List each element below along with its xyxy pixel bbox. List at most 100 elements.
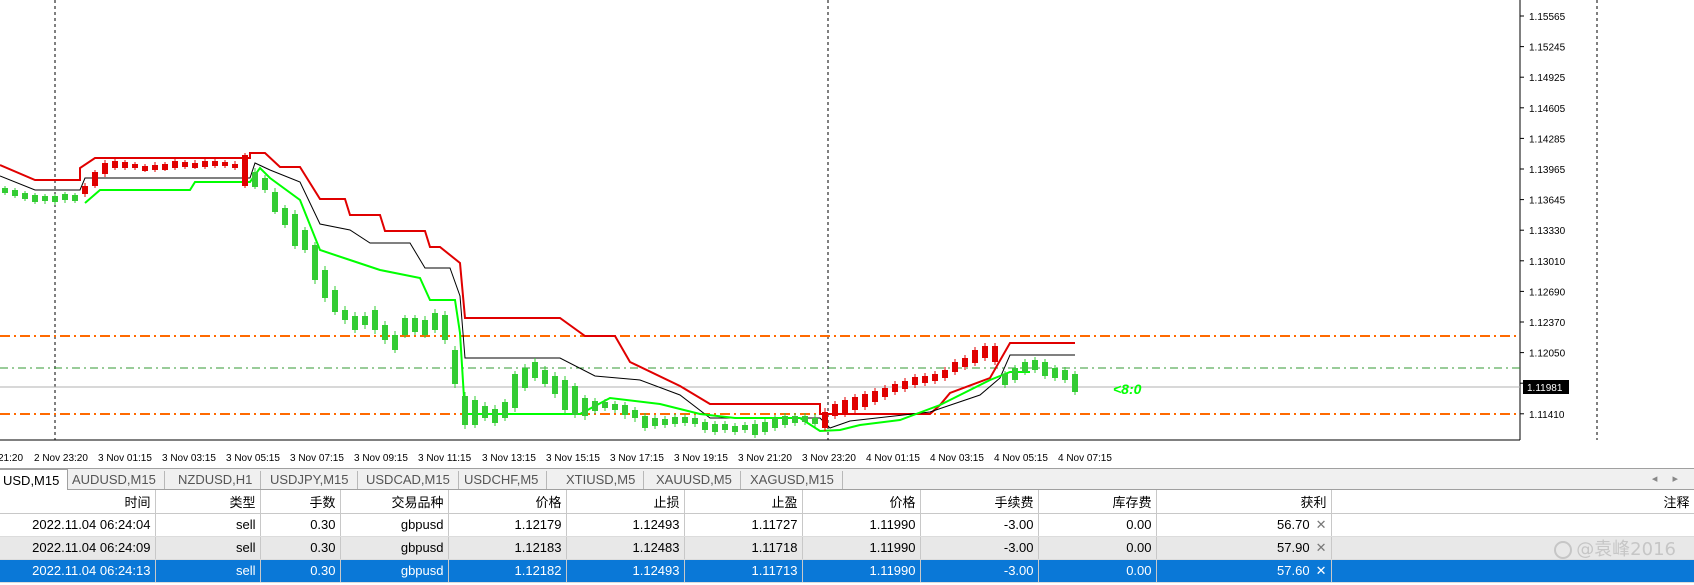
candle-body [722,424,728,430]
cell-sl[interactable]: 1.12483 [566,536,685,560]
candle-body [492,409,498,423]
col-comment[interactable]: 注释 [1331,490,1694,514]
tab-usdcad-m15[interactable]: USDCAD,M15 [358,471,459,489]
col-lots[interactable]: 手数 [260,490,341,514]
col-price[interactable]: 价格 [802,490,921,514]
cell-sl[interactable]: 1.12493 [566,559,685,583]
tab-scroll-arrows[interactable]: ◂ ▸ [1652,472,1684,485]
candle-body [852,397,858,410]
candle-body [412,318,418,332]
cell-profit: 57.90 ✕ [1156,536,1332,560]
col-swap[interactable]: 库存费 [1038,490,1157,514]
tab-xagusd-m15[interactable]: XAGUSD,M15 [742,471,843,489]
candle-body [962,358,968,367]
candle-body [302,230,308,250]
tab-usdchf-m5[interactable]: USDCHF,M5 [456,471,548,489]
price-axis-label: 1.13330 [1529,226,1566,237]
candle-body [982,346,988,358]
cell-open-price: 1.12179 [448,513,567,537]
candle-body [902,381,908,389]
candle-body [482,406,488,418]
col-open-price[interactable]: 价格 [448,490,567,514]
profit-value: 57.90 [1277,539,1310,555]
cell-tp[interactable]: 1.11718 [684,536,803,560]
cell-time: 2022.11.04 06:24:13 [0,559,156,583]
cell-lots: 0.30 [260,513,341,537]
candle-body [402,318,408,335]
candle-body [312,245,318,280]
tab-xtiusd-m5[interactable]: XTIUSD,M5 [558,471,645,489]
candle-body [22,193,28,199]
price-axis-label: 1.14285 [1529,134,1566,145]
candle-body [842,400,848,414]
time-axis-label: 3 Nov 15:15 [546,453,600,464]
cell-price: 1.11990 [802,536,921,560]
close-position-icon[interactable]: ✕ [1316,517,1327,532]
col-sl[interactable]: 止损 [566,490,685,514]
candle-body [42,196,48,201]
candle-body [32,195,38,202]
candle-body [662,419,668,425]
candle-body [1052,368,1058,378]
col-time[interactable]: 时间 [0,490,156,514]
cell-sl[interactable]: 1.12493 [566,513,685,537]
col-tp[interactable]: 止盈 [684,490,803,514]
candle-body [262,178,268,190]
cell-profit: 57.60 ✕ [1156,559,1332,583]
candle-body [822,412,828,428]
candle-body [782,416,788,425]
cell-symbol: gbpusd [340,513,449,537]
candle-body [1022,362,1028,372]
candle-body [142,166,148,171]
candle-body [552,376,558,394]
cell-tp[interactable]: 1.11727 [684,513,803,537]
time-axis-label: 2 Nov 23:20 [34,453,88,464]
tab-nzdusd-h1[interactable]: NZDUSD,H1 [170,471,262,489]
price-chart[interactable]: 1.15565 1.15245 1.14925 1.14605 1.14285 1.139… [0,0,1694,468]
cell-time: 2022.11.04 06:24:09 [0,536,156,560]
col-profit[interactable]: 获利 [1156,490,1332,514]
candle-body [92,172,98,186]
cell-tp[interactable]: 1.11713 [684,559,803,583]
price-axis-label: 1.14605 [1529,104,1566,115]
candle-body [502,402,508,418]
chart-canvas[interactable]: 1.15565 1.15245 1.14925 1.14605 1.14285 1.139… [0,0,1694,468]
candle-body [512,374,518,408]
tab-usd-m15[interactable]: USD,M15 [0,469,69,491]
time-axis-label: 3 Nov 03:15 [162,453,216,464]
tab-usdjpy-m15[interactable]: USDJPY,M15 [262,471,358,489]
candle-body [452,350,458,384]
candle-body [1072,374,1078,392]
time-axis-label: 3 Nov 07:15 [290,453,344,464]
table-row[interactable]: 2022.11.04 06:24:09 sell 0.30 gbpusd 1.1… [0,536,1694,560]
close-position-icon[interactable]: ✕ [1316,540,1327,555]
candle-body [572,386,578,415]
candle-body [462,396,468,425]
candle-body [442,315,448,340]
col-commission[interactable]: 手续费 [920,490,1039,514]
table-row[interactable]: 2022.11.04 06:24:04 sell 0.30 gbpusd 1.1… [0,513,1694,537]
col-symbol[interactable]: 交易品种 [340,490,449,514]
tab-xauusd-m5[interactable]: XAUUSD,M5 [648,471,741,489]
candle-body [382,325,388,340]
trade-terminal: 时间 类型 手数 交易品种 价格 止损 止盈 价格 手续费 库存费 获利 注释 … [0,490,1694,585]
candle-body [672,417,678,424]
cell-time: 2022.11.04 06:24:04 [0,513,156,537]
candle-body [702,422,708,430]
candle-body [1012,368,1018,380]
candle-body [1032,360,1038,370]
candle-body [682,417,688,423]
cell-lots: 0.30 [260,536,341,560]
candle-body [82,186,88,194]
profit-value: 57.60 [1277,562,1310,578]
candle-body [372,310,378,330]
candle-body [202,161,208,167]
close-position-icon[interactable]: ✕ [1316,563,1327,578]
candle-body [332,290,338,312]
col-type[interactable]: 类型 [155,490,261,514]
candle-body [72,195,78,201]
cell-commission: -3.00 [920,559,1039,583]
candle-body [52,196,58,202]
tab-audusd-m15[interactable]: AUDUSD,M15 [64,471,165,489]
table-row[interactable]: 2022.11.04 06:24:13 sell 0.30 gbpusd 1.1… [0,559,1694,583]
